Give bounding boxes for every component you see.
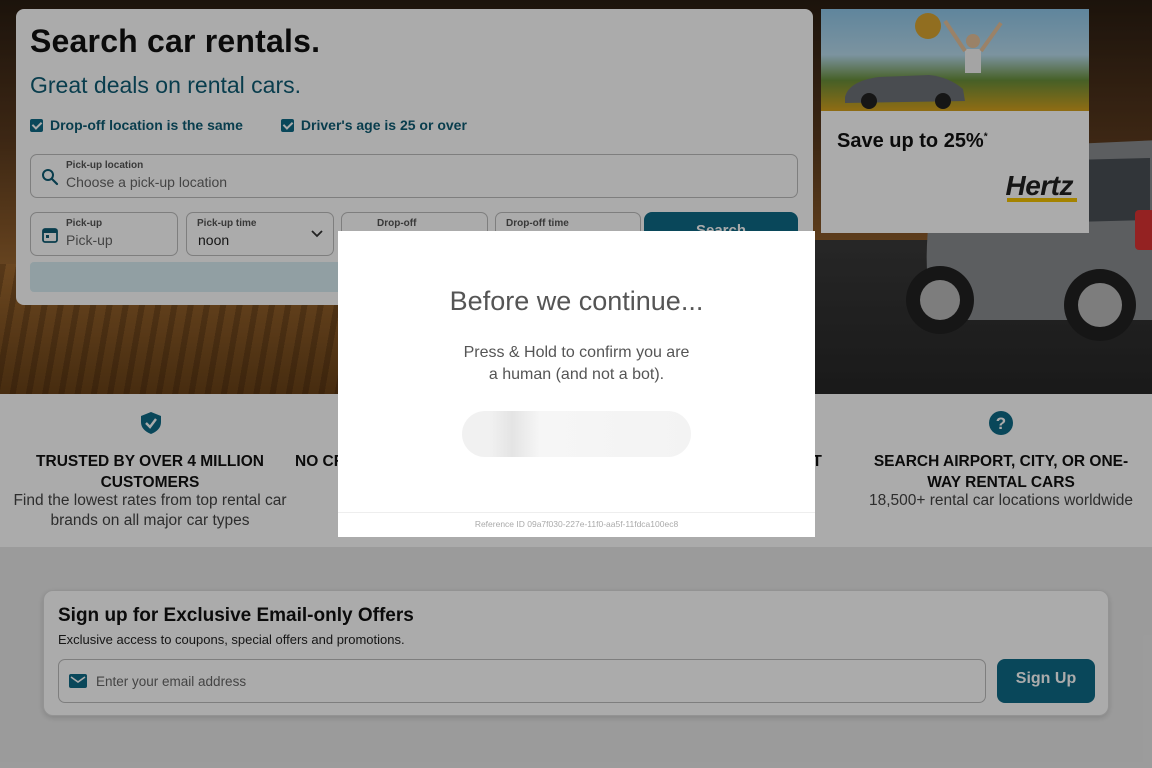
modal-message: Press & Hold to confirm you are a human … (338, 342, 815, 386)
press-and-hold-button[interactable] (462, 411, 691, 457)
modal-message-line1: Press & Hold to confirm you are (463, 344, 690, 361)
reference-id: Reference ID 09a7f030-227e-11f0-aa5f-11f… (338, 512, 815, 537)
bot-check-modal: Before we continue... Press & Hold to co… (338, 231, 815, 537)
modal-title: Before we continue... (449, 286, 704, 316)
modal-message-line2: a human (and not a bot). (488, 366, 665, 383)
